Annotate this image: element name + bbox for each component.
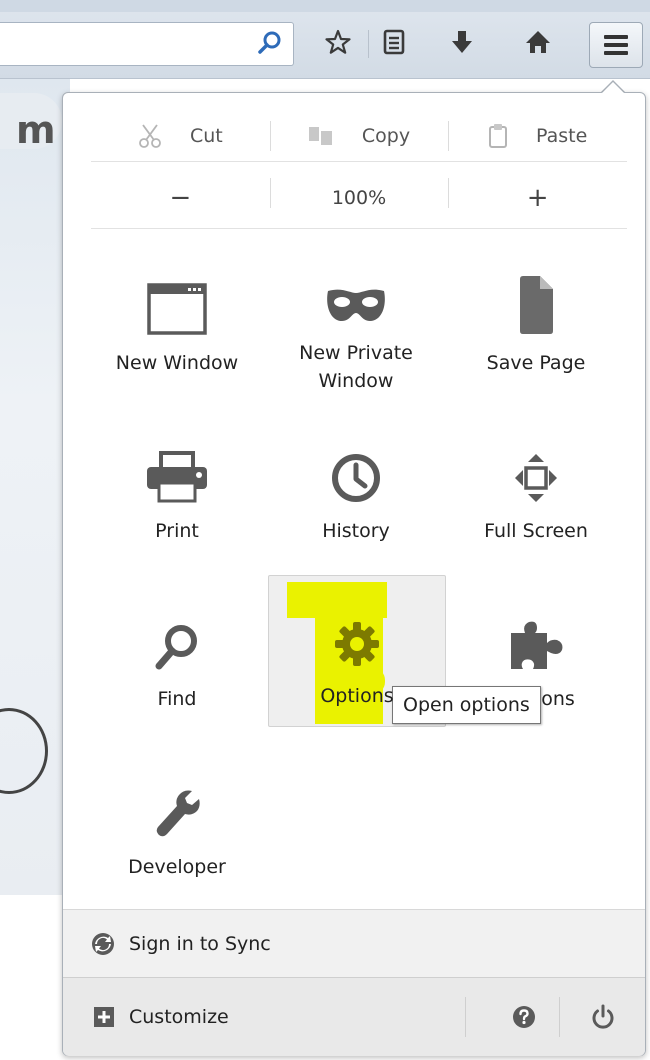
developer-button[interactable]: Developer bbox=[88, 747, 266, 899]
printer-icon bbox=[147, 451, 207, 503]
options-label: Options bbox=[320, 685, 394, 707]
save-page-button[interactable]: Save Page bbox=[447, 243, 625, 395]
home-icon[interactable] bbox=[520, 24, 556, 60]
cut-button[interactable]: Cut bbox=[91, 111, 270, 161]
plus-box-icon bbox=[94, 1007, 114, 1027]
paste-button[interactable]: Paste bbox=[448, 111, 627, 161]
new-private-window-button[interactable]: New Private Window bbox=[267, 243, 445, 395]
gear-icon bbox=[335, 622, 379, 666]
paste-label: Paste bbox=[536, 125, 588, 147]
background-logo-fragment: m bbox=[16, 108, 56, 152]
puzzle-icon bbox=[511, 621, 563, 669]
window-icon bbox=[147, 283, 207, 335]
zoom-out-button[interactable]: − bbox=[91, 168, 270, 228]
search-icon[interactable] bbox=[257, 30, 283, 56]
new-private-label-line1: New Private bbox=[299, 342, 413, 364]
help-icon bbox=[513, 1006, 535, 1028]
quit-button[interactable] bbox=[563, 978, 643, 1056]
toolbar-separator bbox=[368, 30, 369, 58]
background-page-bottom bbox=[0, 895, 70, 1060]
new-private-label-line2: Window bbox=[318, 370, 394, 392]
toolbar-top-strip bbox=[0, 0, 650, 12]
sign-in-to-sync-button[interactable]: Sign in to Sync bbox=[63, 909, 645, 978]
zoom-level: 100% bbox=[331, 187, 387, 209]
main-menu-panel: Cut Copy Paste − 100% + New Window New P… bbox=[62, 92, 646, 1056]
find-label: Find bbox=[157, 688, 197, 710]
footer-separator bbox=[559, 997, 560, 1037]
fullscreen-icon bbox=[515, 454, 557, 502]
zoom-out-label: − bbox=[169, 183, 192, 213]
copy-icon bbox=[308, 127, 332, 145]
page-icon bbox=[520, 276, 553, 334]
magnifier-icon bbox=[155, 625, 197, 670]
clipboard-icon bbox=[489, 124, 508, 148]
zoom-reset-button[interactable]: 100% bbox=[269, 168, 449, 228]
print-label: Print bbox=[155, 520, 199, 542]
new-window-label: New Window bbox=[115, 352, 239, 374]
developer-label: Developer bbox=[128, 856, 226, 878]
customize-button[interactable]: Customize bbox=[63, 978, 453, 1056]
mask-icon bbox=[327, 289, 385, 321]
new-window-button[interactable]: New Window bbox=[88, 243, 266, 395]
edit-controls: Cut Copy Paste bbox=[91, 111, 627, 162]
zoom-in-label: + bbox=[526, 183, 549, 213]
menu-button[interactable] bbox=[589, 22, 643, 68]
download-icon[interactable] bbox=[444, 24, 480, 60]
full-screen-label: Full Screen bbox=[484, 520, 588, 542]
power-icon bbox=[592, 1004, 614, 1029]
reading-list-icon[interactable] bbox=[376, 24, 412, 60]
hamburger-icon bbox=[604, 35, 628, 55]
panel-arrow-fill bbox=[601, 82, 625, 94]
print-button[interactable]: Print bbox=[88, 411, 266, 563]
scissors-icon bbox=[139, 124, 161, 148]
wrench-icon bbox=[156, 790, 200, 837]
sync-label: Sign in to Sync bbox=[129, 933, 271, 955]
cut-label: Cut bbox=[189, 125, 223, 147]
customize-label: Customize bbox=[129, 1006, 229, 1028]
full-screen-button[interactable]: Full Screen bbox=[447, 411, 625, 563]
footer-separator bbox=[465, 997, 466, 1037]
copy-label: Copy bbox=[361, 125, 411, 147]
zoom-in-button[interactable]: + bbox=[448, 168, 627, 228]
zoom-controls: − 100% + bbox=[91, 168, 627, 229]
history-button[interactable]: History bbox=[267, 411, 445, 563]
clock-icon bbox=[332, 454, 380, 502]
save-page-label: Save Page bbox=[486, 352, 586, 374]
history-label: History bbox=[322, 520, 390, 542]
find-button[interactable]: Find bbox=[88, 579, 266, 731]
options-tooltip: Open options bbox=[392, 686, 541, 724]
url-bar[interactable] bbox=[0, 22, 294, 66]
copy-button[interactable]: Copy bbox=[269, 111, 449, 161]
help-button[interactable] bbox=[489, 978, 559, 1056]
new-private-window-label: New Private Window bbox=[299, 339, 413, 395]
sync-icon bbox=[92, 933, 114, 955]
browser-toolbar bbox=[0, 0, 650, 79]
footer-row: Customize bbox=[63, 977, 645, 1056]
star-icon[interactable] bbox=[320, 24, 356, 60]
